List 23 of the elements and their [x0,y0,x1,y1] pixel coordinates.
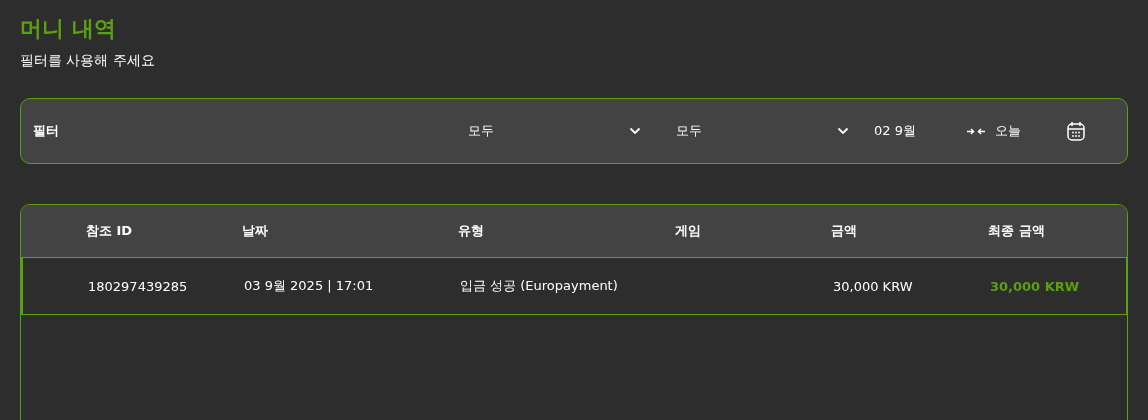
column-header: 참조 ID [86,222,134,240]
table-row[interactable]: 180297439285 03 9월 2025 | 17:01 입금 성공 (Europayment) 30,000 KRW 30,000 KRW [21,257,1127,315]
column-header: 금액 [831,222,858,240]
table-cell-text: 30,000 KRW [833,278,914,294]
chevron-down-icon [629,127,641,135]
page-subtitle: 필터를 사용해 주세요 [20,51,156,70]
table-cell-text: 03 9월 2025 | 17:01 [244,277,375,295]
column-header: 유형 [458,222,485,240]
dropdown[interactable]: 모두 [468,122,641,140]
table-cell-text: 30,000 KRW [990,278,1081,294]
calendar-icon[interactable] [1067,121,1085,141]
chevron-down-icon [837,127,849,135]
column-header: 최종 금액 [988,222,1046,240]
column-header: 게임 [675,222,702,240]
page-title: 머니 내역 [20,15,117,43]
date-from[interactable]: 02 9월 [874,122,967,140]
arrows-icon [967,126,985,136]
filter-label: 필터 [33,122,60,140]
table-cell-text: 입금 성공 (Europayment) [460,277,619,295]
column-header: 날짜 [242,222,269,240]
table-cell-text: 180297439285 [88,278,189,294]
date-to[interactable]: 오늘 [995,122,1067,140]
dropdown[interactable]: 모두 [676,122,849,140]
